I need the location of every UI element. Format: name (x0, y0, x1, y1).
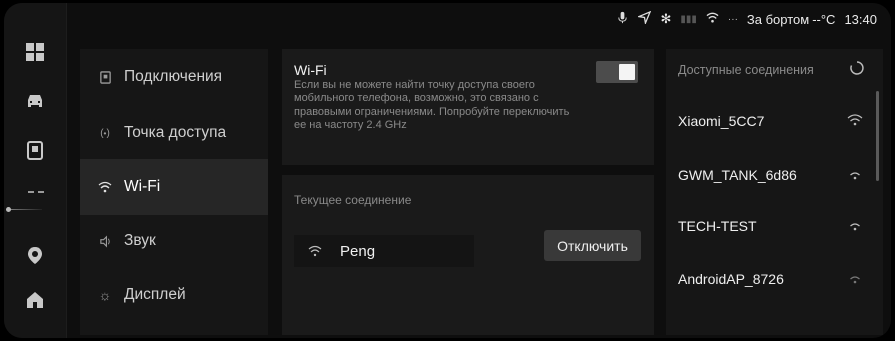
menu-item-label: Дисплей (124, 286, 186, 303)
rail-drag-handle[interactable] (6, 207, 42, 212)
outside-label: За бортом (746, 11, 810, 27)
menu-item-sound[interactable]: Звук (80, 213, 268, 269)
wifi-card: Wi-Fi Если вы не можете найти точку дост… (282, 49, 654, 165)
home-icon[interactable] (22, 287, 48, 313)
wifi-signal-icon (850, 276, 860, 284)
menu-item-connections[interactable]: Подключения (80, 49, 268, 105)
menu-item-label: Точка доступа (124, 124, 227, 141)
network-name: GWM_TANK_6d86 (678, 167, 797, 183)
current-connection-title: Текущее соединение (294, 193, 412, 207)
more-icon: ··· (727, 13, 738, 25)
menu-item-display[interactable]: ☼ Дисплей (80, 267, 268, 323)
sound-icon (94, 235, 116, 248)
wifi-icon (94, 180, 116, 194)
wifi-status-icon (706, 11, 719, 27)
clock: 13:40 (844, 11, 877, 27)
wifi-signal-icon (850, 172, 860, 180)
mic-icon (616, 11, 629, 27)
wifi-description: Если вы не можете найти точку доступа св… (294, 79, 570, 132)
grid-apps-icon[interactable] (22, 39, 48, 65)
screen-frame: ✻ ▮▮▮ ··· За бортом --°C 13:40 Подключен… (4, 3, 891, 338)
hotspot-icon: (•) (100, 127, 110, 139)
signal-icon: ▮▮▮ (680, 13, 697, 25)
wifi-signal-icon (850, 223, 860, 231)
menu-item-label: Звук (124, 232, 156, 249)
settings-menu: Подключения (•) Точка доступа Wi-Fi Звук… (80, 49, 268, 335)
available-networks-panel: Доступные соединения Xiaomi_5CC7 GWM_TAN… (666, 49, 883, 335)
menu-item-label: Wi-Fi (124, 178, 161, 195)
status-bar: ✻ ▮▮▮ ··· За бортом --°C 13:40 (616, 9, 877, 29)
car-icon[interactable] (22, 88, 48, 114)
network-item[interactable]: TECH-TEST (666, 201, 883, 249)
outside-temperature: --°C (812, 11, 836, 27)
wifi-title: Wi-Fi (294, 62, 327, 78)
rail-separator (28, 191, 44, 196)
display-icon: ☼ (98, 287, 112, 303)
left-rail (4, 3, 67, 338)
bluetooth-icon: ✻ (660, 11, 672, 26)
wifi-toggle[interactable] (596, 61, 638, 83)
network-name: TECH-TEST (678, 218, 757, 234)
phone-icon[interactable] (22, 137, 48, 163)
network-item[interactable]: AndroidAP_8726 (666, 254, 883, 302)
available-networks-title: Доступные соединения (678, 63, 814, 77)
connections-icon (94, 70, 116, 84)
navigation-pin-icon[interactable] (22, 243, 48, 269)
current-network-name: Peng (340, 242, 376, 260)
wifi-signal-icon (847, 114, 863, 126)
disconnect-button[interactable]: Отключить (544, 230, 641, 261)
menu-item-wifi[interactable]: Wi-Fi (80, 159, 268, 215)
network-name: Xiaomi_5CC7 (678, 113, 765, 129)
network-name: AndroidAP_8726 (678, 271, 784, 287)
wifi-signal-icon (308, 245, 322, 257)
refresh-spinner-icon[interactable] (849, 60, 865, 76)
menu-item-hotspot[interactable]: (•) Точка доступа (80, 105, 268, 161)
wifi-toggle-knob (619, 64, 635, 80)
network-item[interactable]: GWM_TANK_6d86 (666, 150, 883, 198)
network-item[interactable]: Xiaomi_5CC7 (666, 96, 883, 144)
location-arrow-icon (637, 10, 652, 27)
menu-item-label: Подключения (124, 68, 223, 85)
current-connection-card: Текущее соединение Peng Отключить (282, 175, 654, 335)
current-network-row[interactable]: Peng (294, 235, 474, 267)
